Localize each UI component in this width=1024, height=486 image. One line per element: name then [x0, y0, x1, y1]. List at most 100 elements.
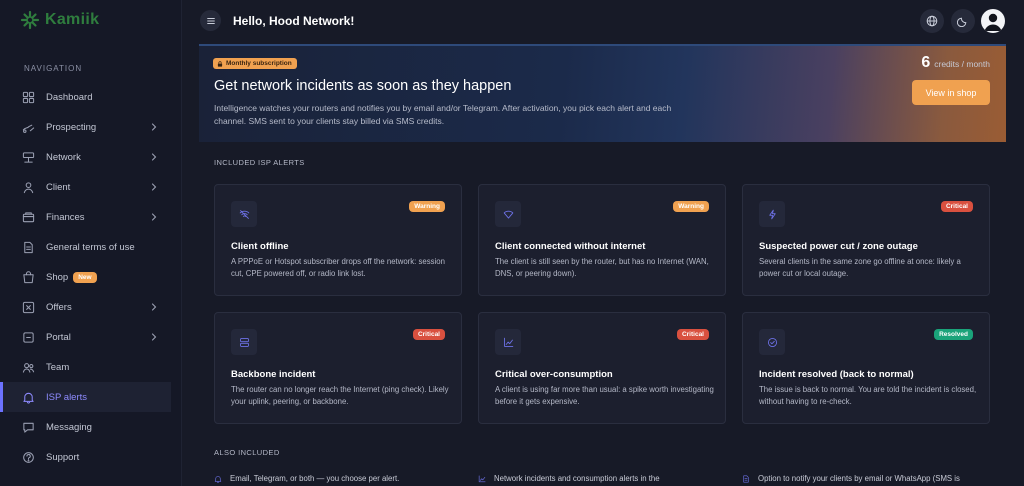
alert-card[interactable]: Resolved Incident resolved (back to norm…: [742, 312, 990, 424]
sidebar-item-finances[interactable]: Finances: [0, 202, 171, 232]
alert-card[interactable]: Critical Backbone incident The router ca…: [214, 312, 462, 424]
chevron-right-icon: [151, 153, 157, 161]
menu-toggle-button[interactable]: [200, 10, 221, 31]
sidebar-item-label: Team: [46, 361, 70, 373]
shop-icon: [22, 270, 34, 283]
team-icon: [22, 362, 34, 373]
user-icon-wrap: [21, 180, 35, 194]
also-included-text: Network incidents and consumption alerts…: [494, 474, 660, 483]
logo-icon: [20, 10, 40, 30]
banner-description: Intelligence watches your routers and no…: [214, 103, 672, 126]
alert-card-title: Critical over-consumption: [495, 369, 613, 380]
sidebar-item-label: Client: [46, 181, 71, 193]
sidebar-item-label: Shop: [46, 271, 69, 283]
alert-card[interactable]: Warning Client connected without interne…: [478, 184, 726, 296]
app-logo[interactable]: Kamiik: [20, 10, 99, 30]
severity-badge: Warning: [673, 201, 709, 212]
bell-icon: [214, 476, 222, 483]
view-in-shop-button[interactable]: View in shop: [912, 80, 990, 105]
document-icon: [23, 241, 33, 253]
alert-card-title: Client connected without internet: [495, 241, 646, 252]
team-icon-wrap: [21, 360, 35, 374]
message-icon-wrap: [21, 420, 35, 434]
alert-card[interactable]: Critical Critical over-consumption A cli…: [478, 312, 726, 424]
dashboard-icon: [22, 91, 34, 103]
severity-badge: Critical: [940, 201, 973, 212]
shop-icon-wrap: [21, 270, 35, 284]
language-button[interactable]: [920, 9, 944, 33]
app-name: Kamiik: [45, 11, 100, 28]
also-included-text: Option to notify your clients by email o…: [758, 474, 960, 483]
sidebar-item-label: Offers: [46, 301, 72, 313]
document-icon: [743, 475, 749, 483]
also-included-icon: [478, 475, 486, 483]
sidebar-item-network[interactable]: Network: [0, 142, 171, 172]
credits-unit: credits / month: [934, 59, 990, 69]
also-included-icon: [742, 475, 750, 483]
alert-card-icon: [759, 201, 785, 227]
check-circle-icon: [767, 337, 777, 347]
alert-card-title: Client offline: [231, 241, 289, 252]
alert-card-description: Several clients in the same zone go offl…: [759, 257, 961, 278]
also-included-item: Email, Telegram, or both — you choose pe…: [214, 474, 464, 483]
alert-card-icon: [495, 201, 521, 227]
sidebar-item-label: Network: [46, 151, 81, 163]
sidebar-item-dashboard[interactable]: Dashboard: [0, 82, 171, 112]
moon-icon: [957, 17, 967, 27]
sidebar-item-team[interactable]: Team: [0, 352, 171, 382]
alert-card-title: Incident resolved (back to normal): [759, 369, 914, 380]
included-alerts-heading: INCLUDED ISP ALERTS: [214, 158, 305, 167]
severity-badge: Warning: [409, 201, 445, 212]
alert-card-description: The client is still seen by the router, …: [495, 257, 709, 278]
subscription-banner: Monthly subscription Get network inciden…: [199, 44, 1006, 142]
alert-card-title: Backbone incident: [231, 369, 316, 380]
prospecting-icon-wrap: [21, 120, 35, 134]
sidebar-item-label: Messaging: [46, 421, 92, 433]
sidebar: Kamiik NAVIGATION Dashboard Prospecting …: [0, 0, 182, 486]
server-icon: [239, 337, 249, 347]
sidebar-item-label: ISP alerts: [46, 391, 88, 403]
subscription-badge: Monthly subscription: [213, 58, 297, 69]
lock-icon: [217, 60, 223, 67]
user-avatar[interactable]: [981, 9, 1005, 33]
bolt-icon: [768, 209, 776, 219]
alert-card-icon: [495, 329, 521, 355]
document-icon-wrap: [21, 240, 35, 254]
globe-icon: [926, 15, 938, 27]
alert-card[interactable]: Critical Suspected power cut / zone outa…: [742, 184, 990, 296]
severity-badge: Resolved: [934, 329, 973, 340]
sidebar-item-portal[interactable]: Portal: [0, 322, 171, 352]
prospecting-icon: [22, 124, 34, 133]
bell-icon-wrap: [21, 390, 35, 404]
wifi-icon: [503, 210, 513, 218]
sidebar-item-label: Prospecting: [46, 121, 97, 133]
offers-icon-wrap: [21, 300, 35, 314]
support-icon-wrap: [21, 450, 35, 464]
theme-toggle-button[interactable]: [951, 9, 975, 33]
alert-card-description: The issue is back to normal. You are tol…: [759, 385, 977, 406]
network-icon-wrap: [21, 150, 35, 164]
alert-card-icon: [231, 201, 257, 227]
sidebar-item-support[interactable]: Support: [0, 442, 171, 472]
sidebar-item-offers[interactable]: Offers: [0, 292, 171, 322]
sidebar-item-client[interactable]: Client: [0, 172, 171, 202]
sidebar-item-isp-alerts[interactable]: ISP alerts: [0, 382, 171, 412]
sidebar-nav: Dashboard Prospecting Network Client Fin…: [0, 82, 182, 472]
alert-card[interactable]: Warning Client offline A PPPoE or Hotspo…: [214, 184, 462, 296]
sidebar-item-label: Support: [46, 451, 80, 463]
also-included-text: Email, Telegram, or both — you choose pe…: [230, 474, 400, 483]
alert-card-icon: [231, 329, 257, 355]
alert-card-description: A client is using far more than usual: a…: [495, 385, 714, 406]
chevron-right-icon: [151, 303, 157, 311]
sidebar-item-prospecting[interactable]: Prospecting: [0, 112, 171, 142]
sidebar-item-messaging[interactable]: Messaging: [0, 412, 171, 442]
greeting: Hello, Hood Network!: [233, 14, 355, 28]
sidebar-item-shop[interactable]: Shop New: [0, 262, 171, 292]
offers-icon: [22, 301, 34, 313]
sidebar-item-label: Dashboard: [46, 91, 93, 103]
also-included-icon: [214, 475, 222, 483]
sidebar-item-general-terms-of-use[interactable]: General terms of use: [0, 232, 171, 262]
portal-icon-wrap: [21, 330, 35, 344]
bell-icon: [22, 392, 34, 404]
message-icon: [22, 422, 34, 433]
